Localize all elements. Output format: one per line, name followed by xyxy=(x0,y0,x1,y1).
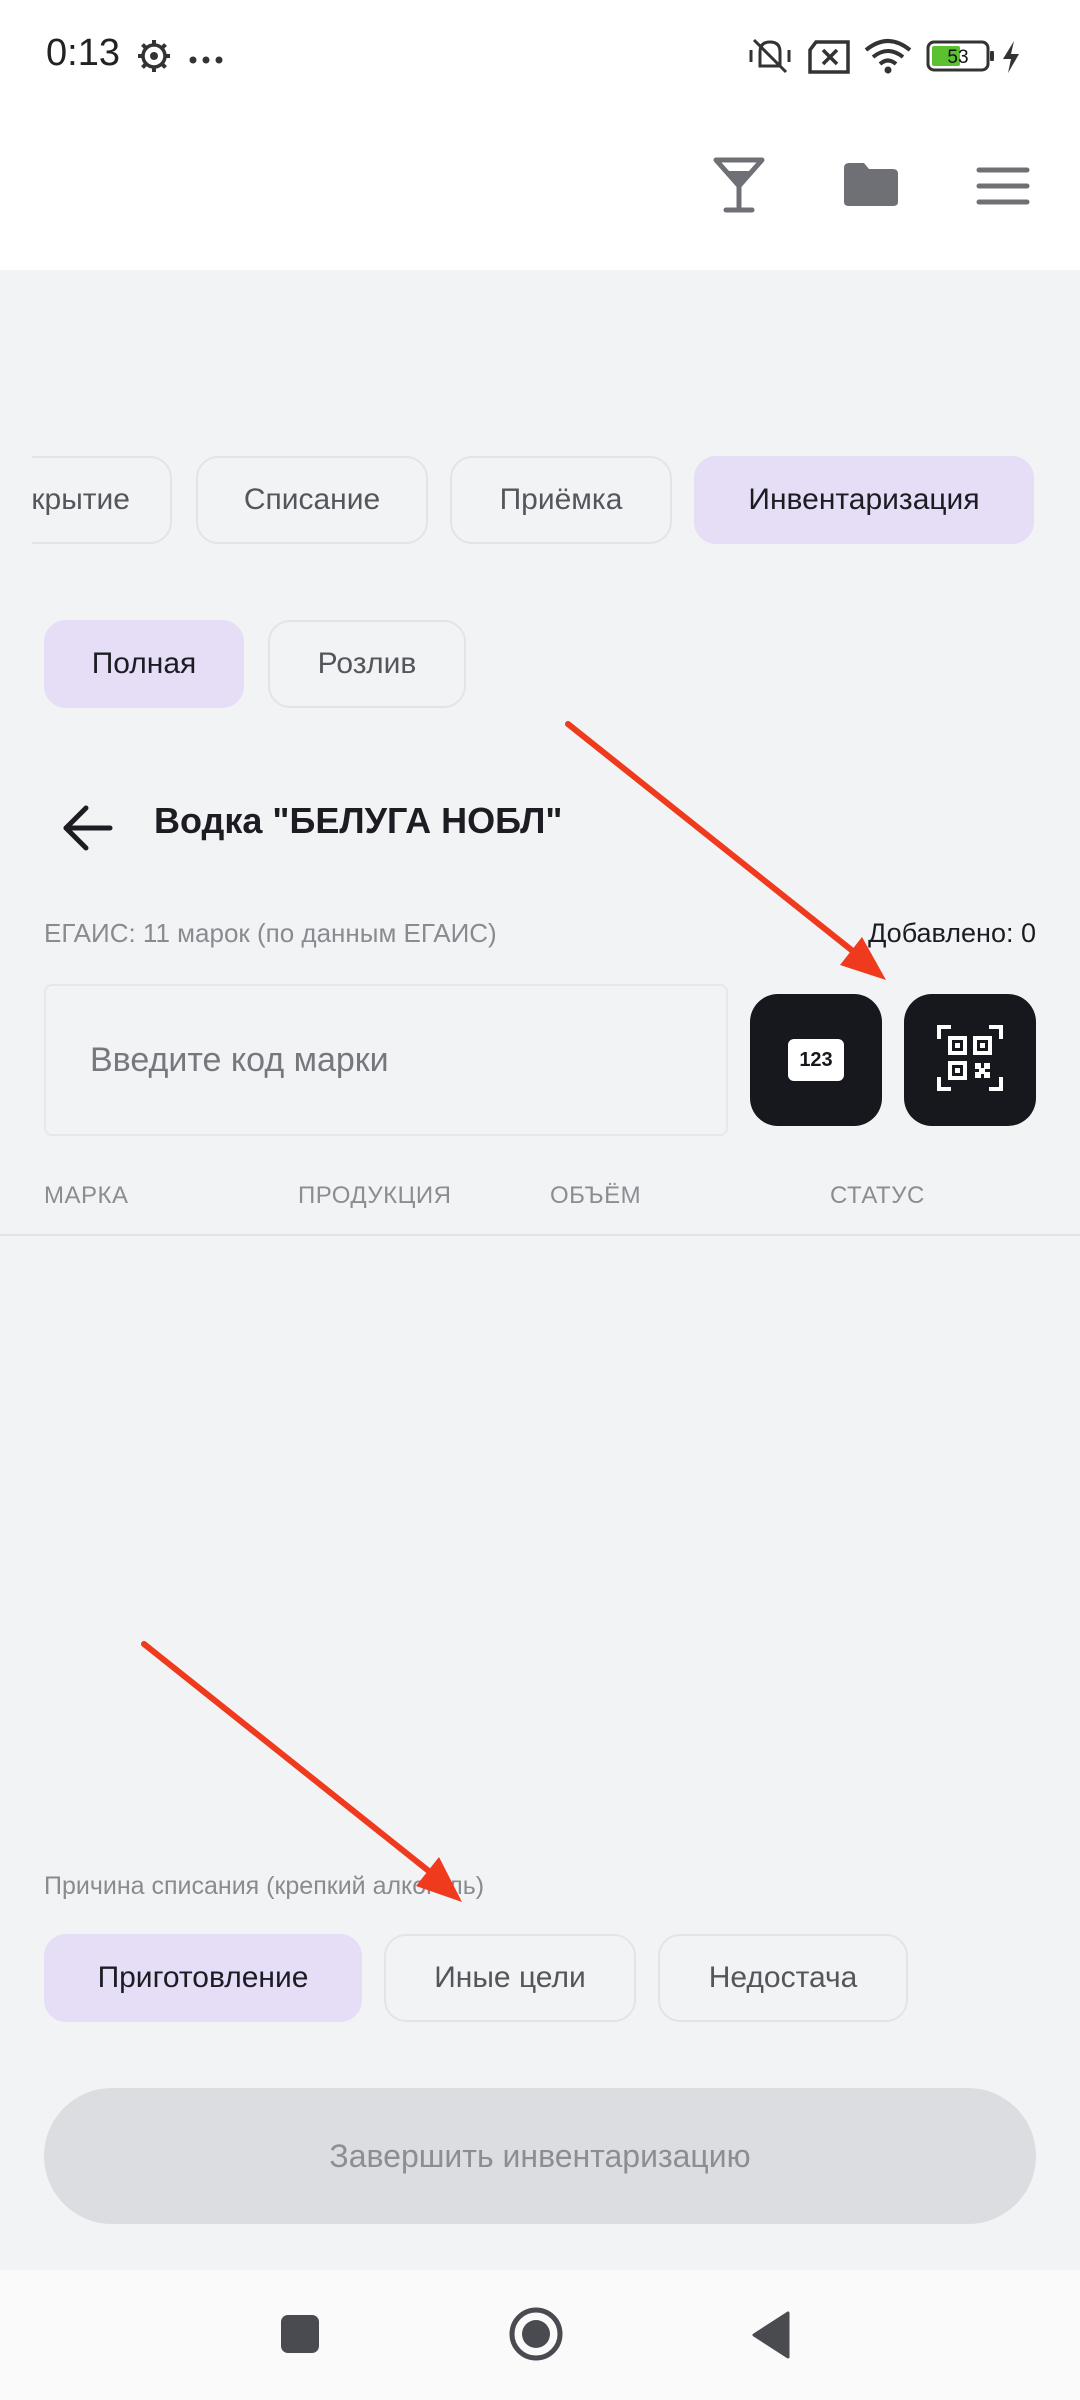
nav-recents-icon[interactable] xyxy=(280,2314,320,2359)
annotation-arrow-scan xyxy=(565,721,886,980)
navigation-bar xyxy=(0,2270,1080,2400)
nav-back-icon[interactable] xyxy=(750,2310,792,2365)
annotation-arrows xyxy=(141,721,886,1902)
nav-home-icon[interactable] xyxy=(508,2306,564,2367)
annotation-arrow-reason xyxy=(141,1641,462,1902)
